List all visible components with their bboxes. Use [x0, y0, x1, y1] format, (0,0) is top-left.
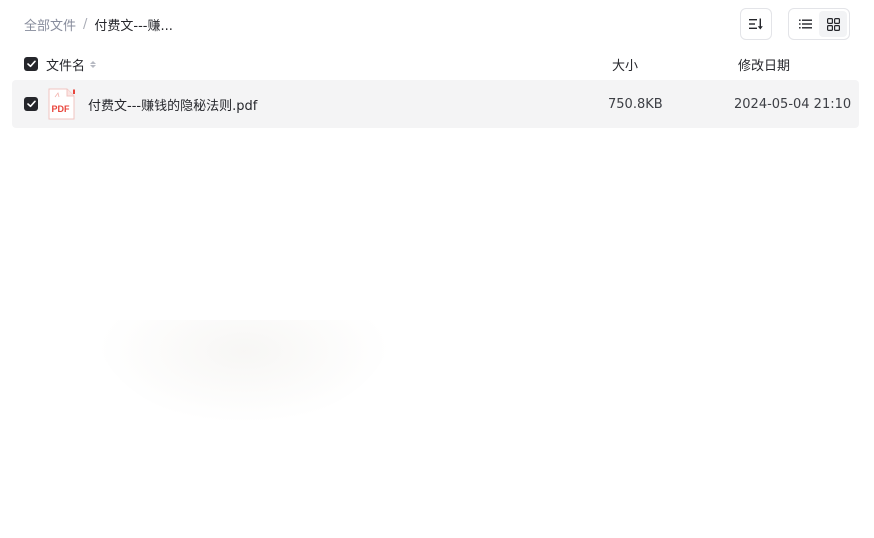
toolbar [740, 8, 850, 40]
breadcrumb-separator: / [83, 16, 88, 32]
check-icon [26, 100, 36, 108]
grid-view-button[interactable] [819, 11, 847, 37]
column-header-date: 修改日期 [738, 58, 791, 74]
select-all-checkbox-cell [24, 50, 38, 78]
breadcrumb: 全部文件 / 付费文---赚... [24, 14, 173, 34]
file-size: 750.8KB [608, 96, 663, 112]
list-view-button[interactable] [791, 11, 819, 37]
file-name[interactable]: 付费文---赚钱的隐秘法则.pdf [88, 80, 257, 128]
background-shadow [96, 320, 392, 424]
column-header-size: 大小 [612, 58, 639, 74]
list-view-icon [798, 19, 812, 29]
table-row[interactable]: PDF 付费文---赚钱的隐秘法则.pdf 750.8KB 2024-05-04… [12, 80, 859, 128]
sort-button[interactable] [740, 8, 772, 40]
file-date: 2024-05-04 21:10 [734, 96, 852, 112]
grid-view-icon [826, 17, 840, 31]
sort-toggle-icon [90, 60, 97, 68]
breadcrumb-current: 付费文---赚... [94, 18, 173, 34]
sort-icon [749, 18, 763, 30]
breadcrumb-root[interactable]: 全部文件 [24, 15, 76, 34]
row-checkbox[interactable] [24, 97, 38, 111]
check-icon [26, 60, 36, 68]
row-checkbox-cell [24, 80, 38, 128]
table-header: 文件名 大小 修改日期 [12, 50, 859, 78]
select-all-checkbox[interactable] [24, 57, 38, 71]
view-switcher [788, 8, 850, 40]
pdf-icon-label: PDF [52, 104, 71, 114]
file-icon-cell: PDF [48, 80, 75, 128]
column-header-name[interactable]: 文件名 [46, 50, 97, 78]
pdf-file-icon: PDF [48, 88, 75, 120]
column-header-name-label: 文件名 [46, 58, 86, 74]
